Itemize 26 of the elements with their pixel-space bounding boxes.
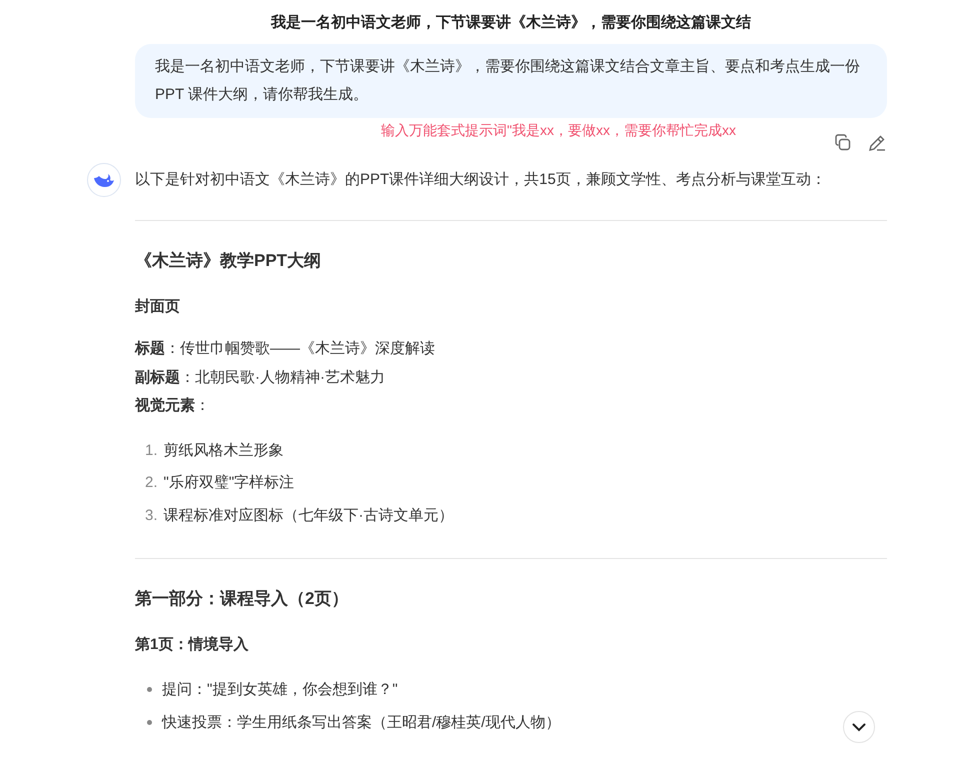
user-message: 我是一名初中语文老师，下节课要讲《木兰诗》，需要你围绕这篇课文结合文章主旨、要点和考点生成一份 PPT 课件大纲，请你帮我生成。 [135, 44, 887, 118]
field-line: 副标题：北朝民歌·人物精神·艺术魅力 [135, 368, 386, 388]
list-item-text: 快速投票：学生用纸条写出答案（王昭君/穆桂英/现代人物） [162, 713, 560, 733]
bullet-icon [147, 687, 152, 692]
section-heading: 第一部分：课程导入（2页） [135, 588, 350, 610]
chevron-down-icon [852, 722, 866, 732]
scroll-down-button[interactable] [843, 711, 875, 743]
list-item-text: 剪纸风格木兰形象 [164, 440, 284, 460]
list-number: 2. [145, 473, 158, 493]
list-item-text: 提问："提到女英雄，你会想到谁？" [162, 680, 398, 700]
copy-icon[interactable] [833, 133, 853, 153]
section-heading: 《木兰诗》教学PPT大纲 [135, 250, 322, 272]
field-line: 标题：传世巾帼赞歌——《木兰诗》深度解读 [135, 339, 436, 359]
subsection-heading: 封面页 [135, 297, 181, 317]
list-number: 1. [145, 440, 158, 460]
whale-icon [93, 172, 115, 188]
field-line: 视觉元素： [135, 396, 211, 416]
chat-title: 我是一名初中语文老师，下节课要讲《木兰诗》，需要你围绕这篇课文结 [270, 13, 752, 33]
bullet-icon [147, 720, 152, 725]
subsection-heading: 第1页：情境导入 [135, 635, 250, 655]
list-item-text: "乐府双璧"字样标注 [164, 473, 294, 493]
reply-intro: 以下是针对初中语文《木兰诗》的PPT课件详细大纲设计，共15页，兼顾文学性、考点分析与课堂互动： [135, 170, 827, 190]
edit-icon[interactable] [867, 133, 887, 153]
list-number: 3. [145, 506, 158, 526]
list-item-text: 课程标准对应图标（七年级下·古诗文单元） [164, 506, 454, 526]
annotation-text: 输入万能套式提示词"我是xx，要做xx，需要你帮忙完成xx [381, 121, 737, 139]
